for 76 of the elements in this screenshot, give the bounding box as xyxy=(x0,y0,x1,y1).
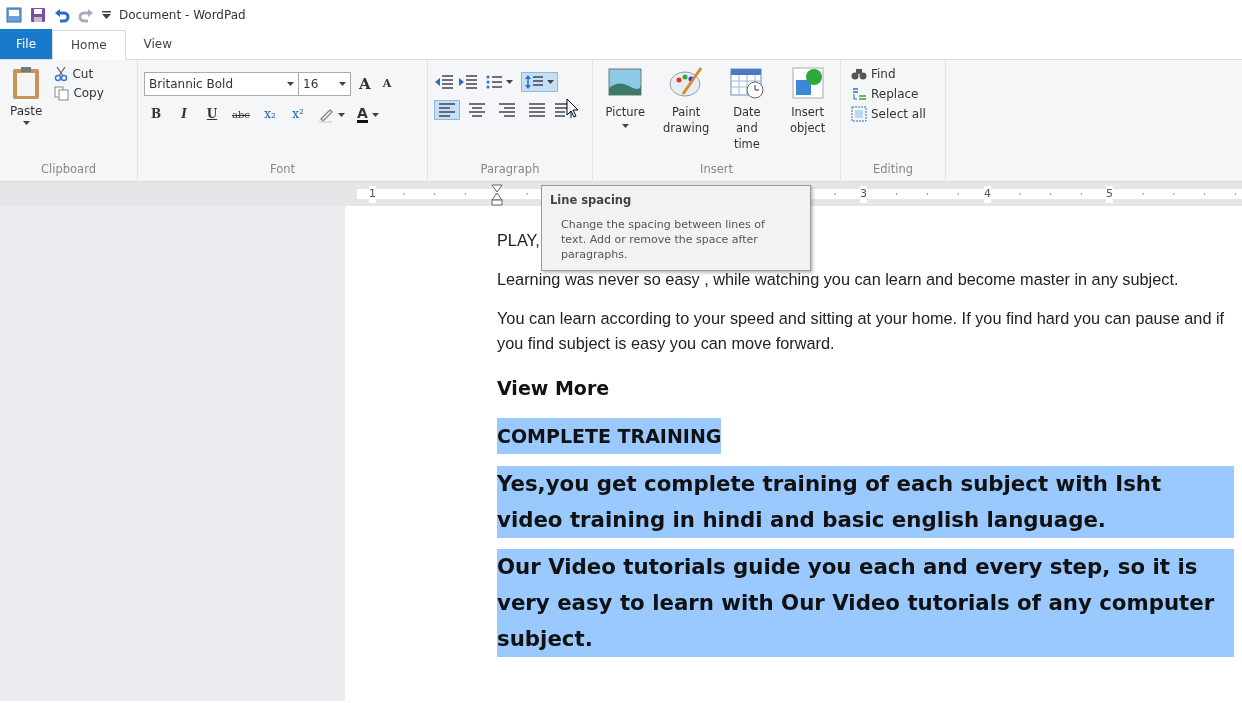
copy-button[interactable]: Copy xyxy=(50,84,108,103)
date-button[interactable]: Date and time xyxy=(720,64,774,154)
underline-button[interactable]: U xyxy=(200,105,224,124)
caret-icon xyxy=(337,112,345,117)
list-icon xyxy=(486,75,502,89)
save-icon[interactable] xyxy=(30,7,46,23)
customize-menu-icon[interactable] xyxy=(102,11,111,19)
italic-button[interactable]: I xyxy=(172,105,196,124)
object-button[interactable]: Insert object xyxy=(781,64,834,138)
caret-icon xyxy=(287,82,294,86)
copy-icon xyxy=(54,86,70,101)
sup-button[interactable]: x² xyxy=(285,105,310,124)
group-label: Insert xyxy=(699,160,734,178)
shrink-font-button[interactable]: A xyxy=(378,75,396,93)
font-color-button[interactable]: A xyxy=(352,104,383,125)
ribbon-tab[interactable]: View xyxy=(125,29,190,59)
ruler-number: 5 xyxy=(1106,186,1113,203)
paragraph-text: View More xyxy=(497,377,610,399)
align-right-icon xyxy=(498,102,516,118)
window-title: Document - WordPad xyxy=(119,7,246,24)
scissors-icon xyxy=(54,66,69,82)
ribbon-tab[interactable]: Home xyxy=(52,30,126,60)
caret-icon xyxy=(22,121,30,126)
paint-button[interactable]: Paint drawing xyxy=(659,64,713,138)
line-spacing-button[interactable] xyxy=(521,72,558,92)
ruler-number: 3 xyxy=(860,186,867,203)
tooltip-text: Change the spacing between lines of text. Add or remove the space after paragraphs. xyxy=(560,217,766,263)
caret-icon xyxy=(371,112,379,117)
binoculars-icon xyxy=(851,66,867,82)
group-label: Clipboard xyxy=(40,160,97,178)
group-label: Editing xyxy=(871,160,915,178)
group-label: Font xyxy=(268,160,296,178)
find-button[interactable]: Find xyxy=(847,64,930,84)
ruler-number: 4 xyxy=(984,186,991,203)
align-left-icon xyxy=(438,102,456,118)
decrease-indent-icon[interactable] xyxy=(434,74,454,90)
paragraph-icon[interactable] xyxy=(554,102,572,118)
sub-button[interactable]: x₂ xyxy=(257,105,282,124)
align-justify-icon xyxy=(528,102,546,118)
selected-text: COMPLETE TRAINING xyxy=(497,418,722,454)
redo-icon[interactable] xyxy=(78,7,94,23)
paragraph-text: PLAY, xyxy=(497,231,540,249)
clipboard-icon xyxy=(12,66,41,100)
align-center-icon xyxy=(468,102,486,118)
grow-font-button[interactable]: A xyxy=(355,73,375,95)
caret-icon xyxy=(506,80,513,84)
paragraph-text: Learning was never so easy , while watching you can learn and become master in any subject. xyxy=(497,270,1179,288)
align-left-button[interactable] xyxy=(434,100,460,120)
object-icon xyxy=(790,66,825,100)
picture-button[interactable]: Picture xyxy=(599,64,652,130)
paint-icon xyxy=(669,66,704,100)
ribbon-tab[interactable]: File xyxy=(0,29,53,59)
bold-button[interactable]: B xyxy=(144,105,168,124)
strike-button[interactable]: abc xyxy=(228,106,254,123)
date-icon xyxy=(729,66,764,100)
caret-icon xyxy=(547,80,554,84)
increase-indent-icon[interactable] xyxy=(458,74,478,90)
paste-button[interactable]: Paste xyxy=(6,64,47,128)
undo-icon[interactable] xyxy=(54,7,70,23)
selected-text: Our Video tutorials guide you each and every step, so it is very easy to learn with Our Video tutorials of any computer subject. xyxy=(497,549,1234,657)
app-icon[interactable] xyxy=(6,7,22,23)
replace-icon xyxy=(851,86,867,102)
paragraph-text: You can learn according to your speed and sitting at your home. If you find hard you can pause and if you find subject is easy you can move forward. xyxy=(497,309,1225,352)
mouse-pointer-icon xyxy=(566,98,579,118)
ruler-number: 1 xyxy=(369,186,376,203)
font-size-dropdown[interactable]: 16 xyxy=(299,72,351,96)
tooltip-title: Line spacing xyxy=(550,192,633,209)
line-spacing-icon xyxy=(525,74,543,90)
select-all-button[interactable]: Select all xyxy=(847,104,930,124)
font-name-dropdown[interactable]: Britannic Bold xyxy=(144,72,299,96)
select-all-icon xyxy=(851,106,867,122)
selected-text: Yes,you get complete training of each subject with Isht video training in hindi and basic english language. xyxy=(497,466,1234,538)
cut-button[interactable]: Cut xyxy=(50,64,108,84)
replace-button[interactable]: Replace xyxy=(847,84,930,104)
caret-icon xyxy=(339,82,346,86)
group-label: Paragraph xyxy=(479,160,541,178)
